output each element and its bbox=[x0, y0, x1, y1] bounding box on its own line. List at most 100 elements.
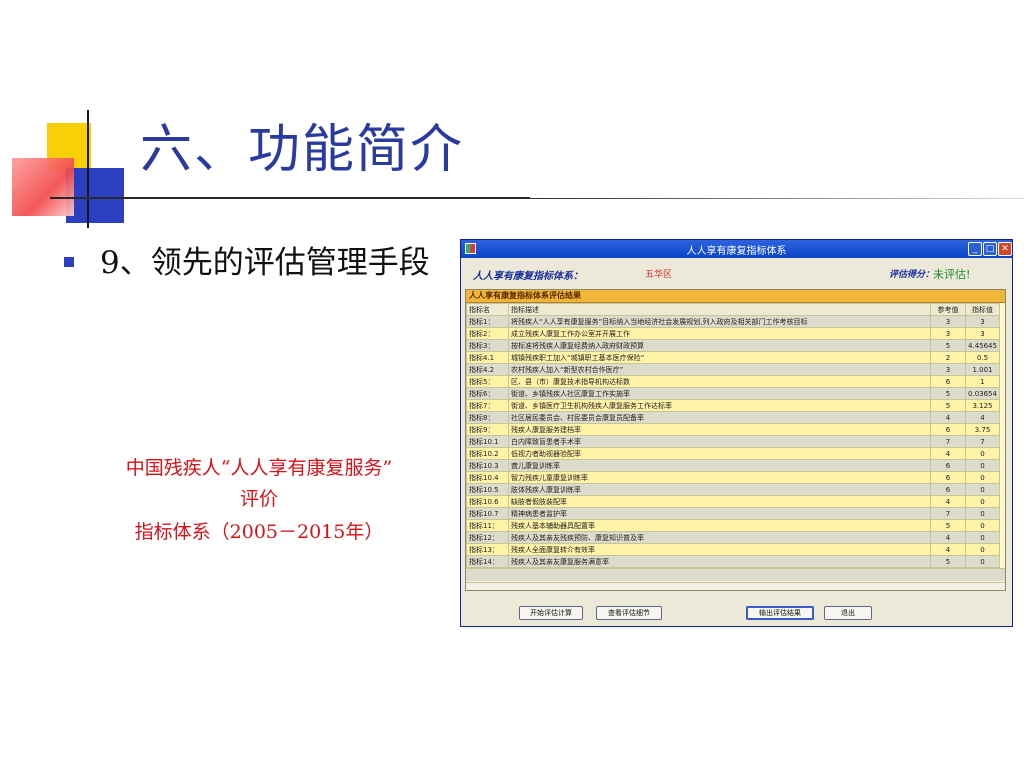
cell-description: 残疾人康复服务建档率 bbox=[508, 423, 931, 436]
minimize-icon[interactable]: _ bbox=[968, 242, 982, 256]
table-row[interactable]: 指标6： 街道、乡镇残疾人社区康复工作实施率 5 0.03654 bbox=[466, 387, 1000, 400]
table-row[interactable]: 指标2： 成立残疾人康复工作办公室并开展工作 3 3 bbox=[466, 327, 1000, 340]
cell-value: 3 bbox=[965, 315, 1000, 328]
caption-line-2: 评价 bbox=[239, 488, 278, 510]
cell-name: 指标10.5 bbox=[466, 483, 509, 496]
cell-value: 3 bbox=[965, 327, 1000, 340]
cell-name: 指标8： bbox=[466, 411, 509, 424]
cell-reference: 7 bbox=[930, 507, 966, 520]
table-row[interactable]: 指标10.7 精神病患者监护率 7 0 bbox=[466, 507, 1000, 520]
table-empty-row bbox=[466, 568, 1005, 581]
close-icon[interactable]: ✕ bbox=[998, 242, 1012, 256]
cell-description: 残疾人及其亲友残疾预防、康复知识普及率 bbox=[508, 531, 931, 544]
cell-name: 指标4.1 bbox=[466, 351, 509, 364]
cell-value: 4 bbox=[965, 411, 1000, 424]
table-row[interactable]: 指标4.2 农村残疾人加入“新型农村合作医疗” 3 1.001 bbox=[466, 363, 1000, 376]
cell-value: 3.125 bbox=[965, 399, 1000, 412]
table-row[interactable]: 指标7： 街道、乡镇医疗卫生机构残疾人康复服务工作达标率 5 3.125 bbox=[466, 399, 1000, 412]
window-titlebar[interactable]: 人人享有康复指标体系 _ □ ✕ bbox=[461, 240, 1012, 258]
cell-name: 指标13： bbox=[466, 543, 509, 556]
cell-value: 0 bbox=[965, 519, 1000, 532]
cell-reference: 6 bbox=[930, 375, 966, 388]
cell-reference: 3 bbox=[930, 327, 966, 340]
cell-description: 社区居民委员会、村民委员会康复员配备率 bbox=[508, 411, 931, 424]
cell-name: 指标2： bbox=[466, 327, 509, 340]
cell-reference: 6 bbox=[930, 483, 966, 496]
cell-reference: 4 bbox=[930, 411, 966, 424]
cell-name: 指标10.2 bbox=[466, 447, 509, 460]
cell-value: 0.5 bbox=[965, 351, 1000, 364]
system-label: 人人享有康复指标体系： bbox=[473, 271, 583, 282]
table-row[interactable]: 指标10.3 聋儿康复训练率 6 0 bbox=[466, 459, 1000, 472]
cell-reference: 2 bbox=[930, 351, 966, 364]
table-row[interactable]: 指标5： 区、县（市）康复技术指导机构达标数 6 1 bbox=[466, 375, 1000, 388]
cell-reference: 6 bbox=[930, 471, 966, 484]
table-row[interactable]: 指标12： 残疾人及其亲友残疾预防、康复知识普及率 4 0 bbox=[466, 531, 1000, 544]
column-header-description[interactable]: 指标描述 bbox=[508, 303, 931, 316]
cell-name: 指标3： bbox=[466, 339, 509, 352]
slide-title: 六、功能简介 bbox=[140, 120, 465, 180]
cell-value: 0 bbox=[965, 447, 1000, 460]
table-header-row: 指标名 指标描述 参考值 指标值 bbox=[466, 303, 1000, 316]
cell-description: 聋儿康复训练率 bbox=[508, 459, 931, 472]
cell-reference: 5 bbox=[930, 519, 966, 532]
cell-description: 农村残疾人加入“新型农村合作医疗” bbox=[508, 363, 931, 376]
table-row[interactable]: 指标14： 残疾人及其亲友康复服务满意率 5 0 bbox=[466, 555, 1000, 568]
cell-description: 将残疾人“人人享有康复服务”目标纳入当地经济社会发展规划,列入政府及相关部门工作… bbox=[508, 315, 931, 328]
cell-description: 区、县（市）康复技术指导机构达标数 bbox=[508, 375, 931, 388]
table-row[interactable]: 指标10.6 缺肢者假肢装配率 4 0 bbox=[466, 495, 1000, 508]
results-grid[interactable]: 人人享有康复指标体系评估结果 指标名 指标描述 参考值 指标值 指标1： 将残疾人… bbox=[465, 289, 1006, 591]
cell-value: 0 bbox=[965, 543, 1000, 556]
caption-line-1: 中国残疾人“人人享有康复服务” bbox=[125, 457, 393, 479]
maximize-icon[interactable]: □ bbox=[983, 242, 997, 256]
column-header-reference[interactable]: 参考值 bbox=[930, 303, 966, 316]
cell-description: 残疾人全面康复转介有效率 bbox=[508, 543, 931, 556]
cell-reference: 6 bbox=[930, 459, 966, 472]
cell-reference: 5 bbox=[930, 387, 966, 400]
table-row[interactable]: 指标10.1 白内障致盲患者手术率 7 7 bbox=[466, 435, 1000, 448]
column-header-value[interactable]: 指标值 bbox=[965, 303, 1000, 316]
cell-name: 指标11： bbox=[466, 519, 509, 532]
cell-description: 智力残疾儿童康复训练率 bbox=[508, 471, 931, 484]
cell-description: 残疾人及其亲友康复服务满意率 bbox=[508, 555, 931, 568]
cell-value: 0 bbox=[965, 471, 1000, 484]
cell-name: 指标10.6 bbox=[466, 495, 509, 508]
table-row[interactable]: 指标8： 社区居民委员会、村民委员会康复员配备率 4 4 bbox=[466, 411, 1000, 424]
title-underline bbox=[50, 197, 530, 199]
cell-value: 4.45645 bbox=[965, 339, 1000, 352]
cell-value: 1 bbox=[965, 375, 1000, 388]
table-row[interactable]: 指标10.2 低视力者助视器验配率 4 0 bbox=[466, 447, 1000, 460]
table-row[interactable]: 指标1： 将残疾人“人人享有康复服务”目标纳入当地经济社会发展规划,列入政府及相关… bbox=[466, 315, 1000, 328]
table-row[interactable]: 指标9： 残疾人康复服务建档率 6 3.75 bbox=[466, 423, 1000, 436]
cell-value: 0 bbox=[965, 555, 1000, 568]
cell-description: 精神病患者监护率 bbox=[508, 507, 931, 520]
table-row[interactable]: 指标10.5 肢体残疾人康复训练率 6 0 bbox=[466, 483, 1000, 496]
exit-button[interactable]: 退出 bbox=[824, 606, 872, 620]
window-header: 人人享有康复指标体系： 五华区 评估得分： 未评估! bbox=[461, 258, 1012, 288]
cell-value: 3.75 bbox=[965, 423, 1000, 436]
bullet-text: 9、领先的评估管理手段 bbox=[100, 245, 430, 281]
cell-value: 7 bbox=[965, 435, 1000, 448]
export-results-button[interactable]: 输出评估结果 bbox=[746, 606, 814, 620]
cell-name: 指标14： bbox=[466, 555, 509, 568]
cell-name: 指标12： bbox=[466, 531, 509, 544]
cell-value: 0.03654 bbox=[965, 387, 1000, 400]
table-row[interactable]: 指标4.1 城镇残疾职工加入“城镇职工基本医疗保险” 2 0.5 bbox=[466, 351, 1000, 364]
grid-caption: 人人享有康复指标体系评估结果 bbox=[466, 290, 1005, 303]
results-table: 指标名 指标描述 参考值 指标值 指标1： 将残疾人“人人享有康复服务”目标纳入当… bbox=[466, 303, 1000, 568]
view-details-button[interactable]: 查看评估细节 bbox=[596, 606, 662, 620]
table-row[interactable]: 指标3： 按标准将残疾人康复经费纳入政府财政预算 5 4.45645 bbox=[466, 339, 1000, 352]
table-row[interactable]: 指标10.4 智力残疾儿童康复训练率 6 0 bbox=[466, 471, 1000, 484]
column-header-name[interactable]: 指标名 bbox=[466, 303, 509, 316]
cell-description: 城镇残疾职工加入“城镇职工基本医疗保险” bbox=[508, 351, 931, 364]
cell-reference: 4 bbox=[930, 447, 966, 460]
table-row[interactable]: 指标11： 残疾人基本辅助器具配置率 5 0 bbox=[466, 519, 1000, 532]
cell-value: 0 bbox=[965, 507, 1000, 520]
table-row[interactable]: 指标13： 残疾人全面康复转介有效率 4 0 bbox=[466, 543, 1000, 556]
cell-name: 指标9： bbox=[466, 423, 509, 436]
horizontal-scrollbar[interactable] bbox=[466, 582, 1005, 590]
caption-line-3: 指标体系（2005－2015年） bbox=[134, 521, 384, 543]
cell-description: 低视力者助视器验配率 bbox=[508, 447, 931, 460]
start-evaluation-button[interactable]: 开始评估计算 bbox=[519, 606, 583, 620]
cell-value: 0 bbox=[965, 531, 1000, 544]
